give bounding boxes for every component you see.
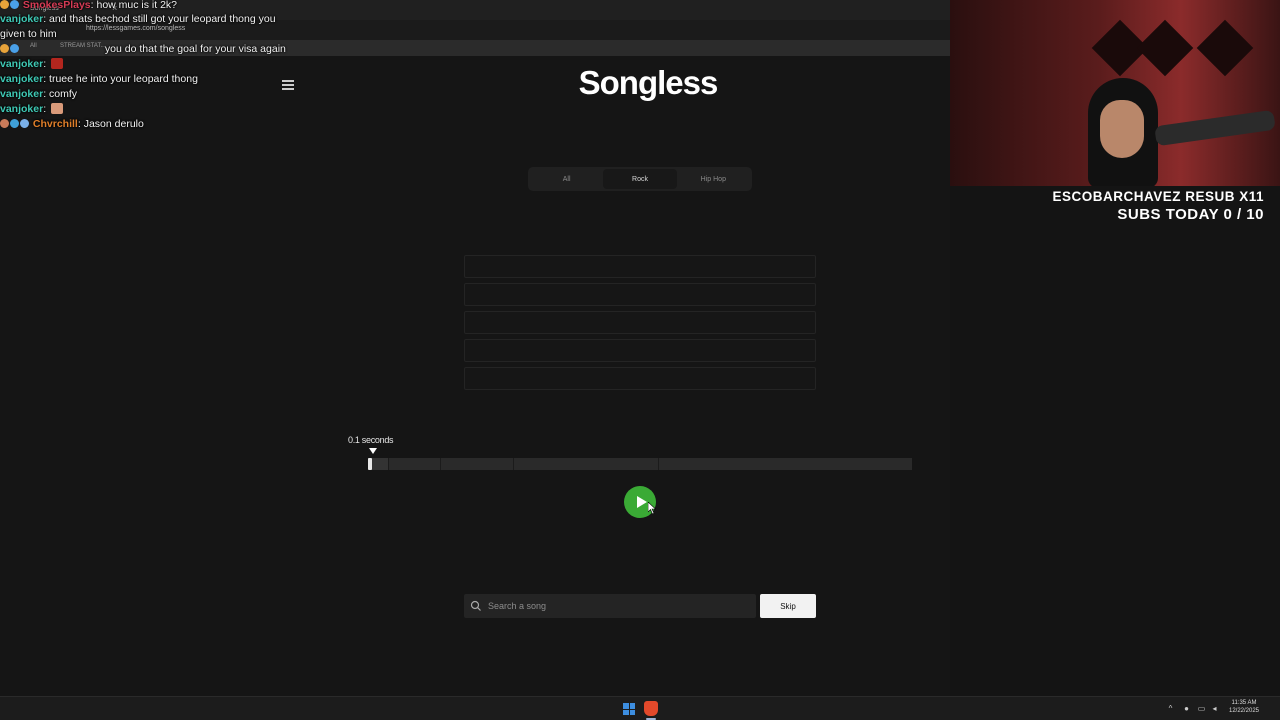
url-text[interactable]: https://lessgames.com/songless <box>86 25 185 32</box>
chat-username: vanjoker <box>0 73 44 85</box>
guess-slot <box>464 283 816 306</box>
brave-browser-icon[interactable] <box>644 701 658 716</box>
chat-username: vanjoker <box>0 103 44 115</box>
segment-divider <box>513 458 514 470</box>
emote-icon <box>51 103 64 114</box>
mouse-cursor-icon <box>648 502 656 514</box>
genre-tabs: All Rock Hip Hop <box>528 167 752 191</box>
guess-slot <box>464 311 816 334</box>
chat-message: Chvrchill: Jason derulo <box>0 118 144 130</box>
segment-divider <box>440 458 441 470</box>
chat-username: vanjoker <box>0 13 44 25</box>
taskbar-clock-date[interactable]: 12/22/2025 <box>1226 708 1262 714</box>
chat-text: given to him <box>0 28 57 40</box>
chat-message: vanjoker: <box>0 58 64 70</box>
guess-slot <box>464 367 816 390</box>
taskbar: ^ ● ▭ ◂ 11:35 AM 12/22/2025 <box>0 696 1280 720</box>
taskbar-clock-time[interactable]: 11:35 AM <box>1226 700 1262 706</box>
hamburger-menu-icon[interactable] <box>282 80 294 90</box>
badge-icon <box>10 0 19 9</box>
playhead-marker-icon <box>369 448 377 454</box>
guess-list <box>464 255 816 395</box>
segment-divider <box>658 458 659 470</box>
chat-text: and thats bechod still got your leopard … <box>49 13 276 25</box>
songless-logo: Songless <box>578 64 719 101</box>
microphone-icon[interactable]: ● <box>1182 704 1191 713</box>
search-input[interactable] <box>488 594 748 618</box>
tab-hip-hop[interactable]: Hip Hop <box>677 169 750 189</box>
chat-text: Jason derulo <box>83 118 144 130</box>
webcam-feed <box>950 0 1280 186</box>
badge-icon <box>0 44 9 53</box>
streamer-face <box>1100 100 1144 158</box>
subs-today-counter: SUBS TODAY 0 / 10 <box>1117 206 1264 223</box>
chat-text: you do that the goal for your visa again <box>104 43 286 55</box>
play-icon <box>636 496 647 508</box>
windows-start-icon[interactable] <box>623 703 635 715</box>
chat-text: how muc is it 2k? <box>96 0 178 11</box>
emote-icon <box>51 58 64 69</box>
progress-fill <box>368 458 372 470</box>
segment-divider <box>388 458 389 470</box>
badge-icon <box>20 119 29 128</box>
resub-alert: ESCOBARCHAVEZ RESUB X11 <box>1052 189 1264 204</box>
chat-message: given to him <box>0 28 57 40</box>
clip-progress-bar <box>368 458 912 470</box>
chat-message: vanjoker: <box>0 103 64 115</box>
badge-icon <box>10 119 19 128</box>
chat-username: vanjoker <box>0 88 44 100</box>
search-box[interactable] <box>464 594 756 618</box>
tab-rock[interactable]: Rock <box>603 169 677 189</box>
chat-message: vanjoker: comfy <box>0 88 78 100</box>
guess-slot <box>464 339 816 362</box>
chat-message: SmokesPlays: how muc is it 2k? <box>0 0 177 11</box>
badge-icon <box>0 0 9 9</box>
search-icon <box>470 600 481 611</box>
tab-all[interactable]: All <box>530 169 603 189</box>
chat-username: vanjoker <box>0 58 44 70</box>
clip-length-label: 0.1 seconds <box>348 435 394 445</box>
volume-icon[interactable]: ◂ <box>1210 704 1219 713</box>
songless-page: Songless All Rock Hip Hop 0.1 seconds Sk… <box>0 56 950 696</box>
chevron-up-icon[interactable]: ^ <box>1166 704 1175 713</box>
chat-message: vanjoker: and thats bechod still got you… <box>0 13 276 25</box>
chat-text: truee he into your leopard thong <box>49 73 198 85</box>
guess-slot <box>464 255 816 278</box>
chat-message: you do that the goal for your visa again <box>0 43 286 55</box>
badge-icon <box>0 119 9 128</box>
chat-username: Chvrchill <box>32 118 78 130</box>
chat-username: SmokesPlays <box>22 0 91 11</box>
chat-text: comfy <box>49 88 78 100</box>
chat-message: vanjoker: truee he into your leopard tho… <box>0 73 198 85</box>
badge-icon <box>10 44 19 53</box>
skip-button[interactable]: Skip <box>760 594 816 618</box>
network-icon[interactable]: ▭ <box>1197 704 1206 713</box>
